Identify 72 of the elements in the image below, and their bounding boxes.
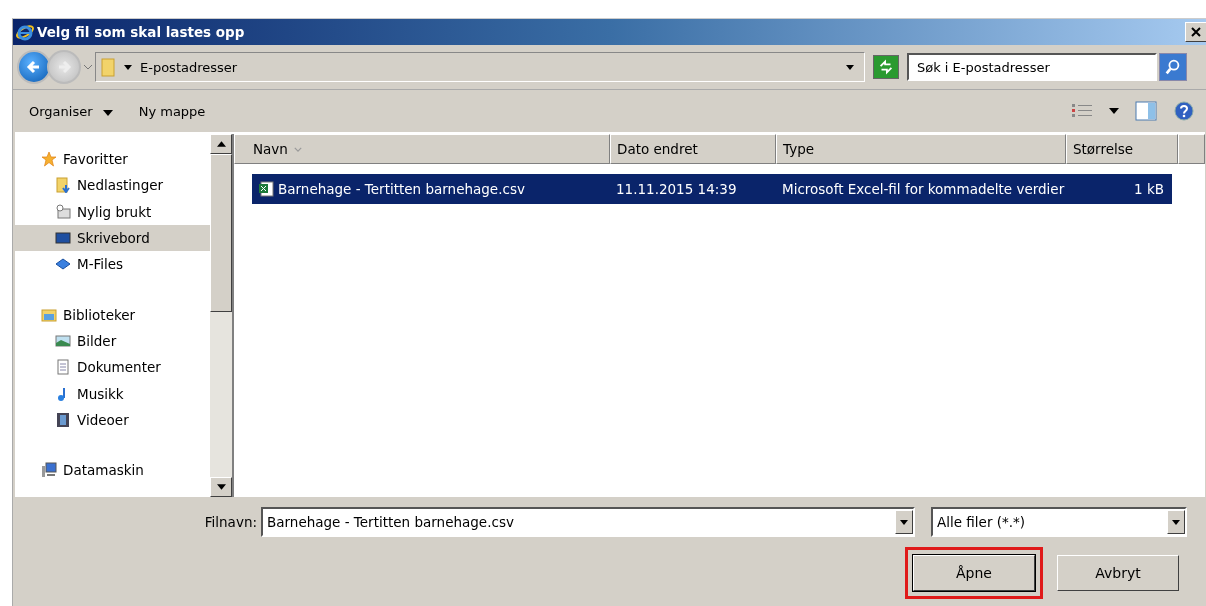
caret-icon (900, 519, 908, 525)
dialog-button[interactable]: Avbryt (1057, 555, 1179, 591)
close-button[interactable] (1185, 22, 1206, 42)
library-icon (41, 306, 57, 323)
organize-menu-button[interactable]: Organiser (19, 99, 123, 123)
sidebar-label: Datamaskin (63, 462, 144, 479)
sidebar-item[interactable]: M-Files (15, 251, 210, 278)
address-field[interactable]: E-postadresser (95, 52, 865, 82)
scrollbar[interactable] (210, 134, 232, 497)
back-button[interactable] (17, 50, 51, 84)
search-button[interactable] (1159, 53, 1187, 81)
search-icon (1164, 58, 1182, 76)
sidebar-label: Bilder (77, 332, 117, 349)
preview-pane-icon[interactable] (1135, 101, 1157, 121)
column-header[interactable]: Type (776, 134, 1066, 164)
history-caret-icon[interactable] (83, 64, 93, 70)
file-name: Barnehage - Tertitten barnehage.csv (278, 181, 525, 197)
sidebar-item[interactable]: Bilder (15, 327, 210, 355)
sidebar-label: Biblioteker (63, 306, 136, 323)
sidebar-item[interactable]: Datamaskin (15, 456, 210, 484)
window-title: Velg fil som skal lastes opp (37, 24, 245, 40)
document-icon (55, 359, 71, 376)
computer-icon (41, 462, 57, 479)
caret-icon (846, 64, 854, 70)
sidebar-item[interactable]: Nylig brukt (15, 198, 210, 225)
file-type-dropdown[interactable]: Alle filer (*.*) (931, 507, 1187, 537)
monitor-icon (55, 230, 71, 247)
caret-icon (1172, 519, 1180, 525)
sidebar-item[interactable]: Dokumenter (15, 354, 210, 381)
sidebar-label: Nedlastinger (77, 177, 164, 194)
address-path: E-postadresser (140, 59, 238, 75)
sidebar-label: Musikk (77, 385, 124, 402)
close-icon (1191, 26, 1201, 37)
new-folder-button[interactable]: Ny mappe (128, 99, 216, 123)
column-header[interactable]: Størrelse (1066, 134, 1178, 164)
spreadsheet-icon (258, 181, 274, 197)
sidebar-item[interactable]: Favoritter (15, 146, 210, 173)
column-header[interactable]: Navn (234, 134, 610, 164)
column-header[interactable]: Dato endret (610, 134, 776, 164)
file-size: 1 kB (1134, 181, 1164, 197)
sidebar-label: Favoritter (63, 151, 128, 168)
e-logo-icon (15, 22, 35, 42)
sidebar-item[interactable]: Videoer (15, 406, 210, 433)
view-caret-icon[interactable] (1109, 108, 1119, 114)
folder-icon (55, 177, 71, 194)
sidebar-item[interactable]: Biblioteker (15, 301, 210, 328)
film-icon (55, 411, 71, 428)
picture-icon (55, 332, 71, 349)
file-type: Microsoft Excel-fil for kommadelte verdier (782, 181, 1065, 197)
filename-label: Filnavn: (204, 514, 257, 530)
help-icon[interactable] (1173, 101, 1195, 121)
date-modified: 11.11.2015 14:39 (616, 181, 737, 197)
refresh-button[interactable] (873, 55, 899, 79)
filename-field[interactable]: Barnehage - Tertitten barnehage.csv (261, 507, 915, 537)
sidebar-label: Videoer (77, 411, 129, 428)
sidebar-item[interactable]: Nedlastinger (15, 172, 210, 199)
sidebar-label: Skrivebord (77, 230, 150, 247)
down-arrow-icon (216, 484, 226, 490)
sidebar-label: Dokumenter (77, 359, 161, 376)
sidebar-label: M-Files (77, 256, 124, 273)
star-icon (41, 151, 57, 168)
dialog-button[interactable]: Åpne (913, 555, 1035, 591)
clock-screen-icon (55, 203, 71, 220)
file-row[interactable]: Barnehage - Tertitten barnehage.csv 11.11.2015 14:39 Microsoft Excel-fil for kommadelte verdier 1 kB (252, 174, 1172, 204)
sidebar-item[interactable]: Musikk (15, 380, 210, 407)
sidebar-item[interactable]: Skrivebord (15, 224, 210, 252)
search-field[interactable]: Søk i E-postadresser (907, 53, 1157, 81)
sidebar-label: Nylig brukt (77, 203, 152, 220)
caret-icon (124, 64, 132, 70)
caret-icon (102, 109, 113, 116)
folder-icon (100, 57, 116, 77)
up-arrow-icon (216, 141, 226, 147)
